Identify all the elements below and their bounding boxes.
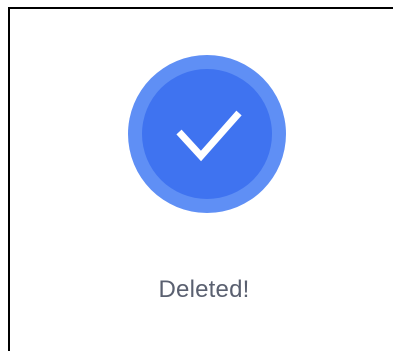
success-message: Deleted! (158, 276, 250, 303)
check-circle-icon (176, 110, 242, 162)
dialog-frame: Deleted! (8, 7, 393, 351)
success-dialog: Deleted! (10, 9, 393, 351)
check-mark (176, 110, 242, 162)
success-badge (128, 55, 286, 213)
